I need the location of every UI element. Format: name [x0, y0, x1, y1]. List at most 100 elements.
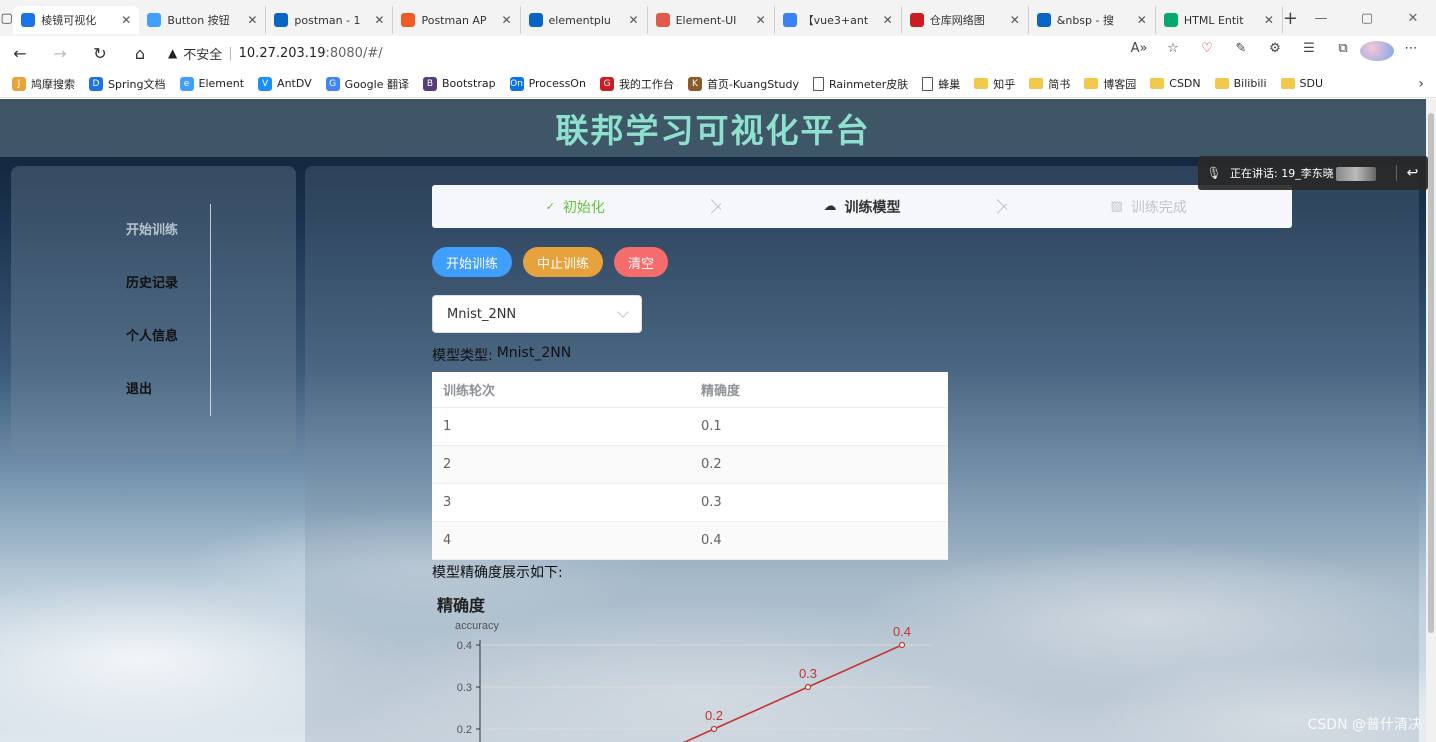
bookmark-item[interactable]: J 鸠摩搜索: [12, 76, 75, 92]
menu-item-history[interactable]: 历史记录: [126, 257, 210, 310]
model-select[interactable]: Mnist_2NN: [432, 295, 642, 333]
browser-tab[interactable]: HTML Entit ✕: [1156, 6, 1283, 34]
home-icon[interactable]: ⌂: [120, 44, 160, 63]
browser-tab[interactable]: &nbsp - 搜 ✕: [1029, 6, 1156, 34]
bookmarks-overflow-icon[interactable]: ›: [1418, 76, 1424, 92]
bookmark-item[interactable]: 知乎: [974, 76, 1015, 92]
browser-tab[interactable]: 棱镜可视化 ✕: [13, 6, 140, 34]
table-row: 3 0.3: [432, 484, 948, 522]
model-type-label: 模型类型:: [432, 348, 493, 364]
puzzle-icon[interactable]: ⚙: [1258, 41, 1292, 65]
bookmark-item[interactable]: Rainmeter皮肤: [813, 76, 908, 92]
menu-item-logout[interactable]: 退出: [126, 363, 210, 416]
bookmark-label: Bootstrap: [441, 77, 496, 90]
close-tab-icon[interactable]: ✕: [629, 13, 639, 27]
browser-tab[interactable]: elementplu ✕: [521, 6, 648, 34]
bookmark-favicon-icon: V: [258, 76, 273, 91]
bookmark-item[interactable]: e Element: [179, 76, 244, 91]
bookmark-favicon-icon: K: [687, 76, 702, 91]
model-select-value: Mnist_2NN: [447, 306, 517, 322]
favorites-list-icon[interactable]: ☰: [1292, 41, 1326, 65]
browser-tab[interactable]: Button 按钮 ✕: [139, 6, 267, 34]
step-finish: ▨ 训练完成: [1005, 197, 1292, 217]
bookmark-item[interactable]: On ProcessOn: [509, 76, 586, 91]
tab-actions-icon[interactable]: ▢: [0, 0, 13, 36]
bookmark-label: AntDV: [277, 77, 312, 90]
tab-title: Postman AP: [421, 13, 487, 27]
close-tab-icon[interactable]: ✕: [1264, 13, 1274, 27]
back-icon[interactable]: ←: [0, 44, 40, 63]
bookmark-favicon-icon: G: [599, 76, 614, 91]
bookmark-item[interactable]: SDU: [1280, 77, 1323, 90]
close-tab-icon[interactable]: ✕: [374, 13, 384, 27]
url-field[interactable]: ▲ 不安全 | 10.27.203.19:8080/#/: [168, 39, 1122, 67]
page-icon: [813, 76, 824, 91]
browser-tab[interactable]: postman - 1 ✕: [266, 6, 394, 34]
new-tab-button[interactable]: +: [1283, 8, 1298, 29]
profile-avatar[interactable]: [1360, 41, 1394, 65]
bookmark-item[interactable]: 博客园: [1084, 76, 1136, 92]
table-cell: 0.2: [701, 457, 722, 472]
page-icon: [922, 76, 934, 91]
close-tab-icon[interactable]: ✕: [121, 13, 131, 27]
browser-tab[interactable]: Element-UI ✕: [648, 6, 775, 34]
extension-icon[interactable]: ♡: [1190, 41, 1224, 65]
bookmark-label: Google 翻译: [344, 77, 409, 91]
folder-icon: [1029, 78, 1044, 89]
y-tick-label: 0.4: [457, 640, 472, 652]
bookmark-item[interactable]: CSDN: [1150, 77, 1201, 90]
page-scrollbar[interactable]: [1426, 99, 1436, 742]
collections-icon[interactable]: ⧉: [1326, 41, 1360, 65]
bookmark-item[interactable]: 蜂巢: [922, 76, 960, 92]
bookmark-item[interactable]: G Google 翻译: [325, 76, 409, 92]
close-tab-icon[interactable]: ✕: [756, 13, 766, 27]
close-tab-icon[interactable]: ✕: [501, 13, 511, 27]
table-header: 训练轮次 精确度: [432, 372, 948, 408]
data-label: 0.2: [705, 708, 723, 723]
bookmark-item[interactable]: G 我的工作台: [599, 76, 674, 92]
bookmark-item[interactable]: D Spring文档: [89, 76, 166, 92]
action-buttons: 开始训练 中止训练 清空: [432, 247, 669, 277]
bookmark-item[interactable]: K 首页-KuangStudy: [687, 76, 799, 92]
close-tab-icon[interactable]: ✕: [1010, 13, 1020, 27]
more-menu-icon[interactable]: ⋯: [1394, 41, 1428, 65]
warning-icon: ▲: [168, 46, 178, 60]
close-window-icon[interactable]: ✕: [1390, 11, 1436, 26]
browser-tab[interactable]: Postman AP ✕: [393, 6, 521, 34]
chevron-down-icon: [617, 306, 629, 318]
microphone-icon: 🎙: [1206, 166, 1222, 180]
bookmarks-bar: J 鸠摩搜索 D Spring文档 e Element V AntDV G Google 翻译 B B…: [0, 70, 1436, 98]
bookmark-label: 简书: [1048, 77, 1071, 91]
maximize-icon[interactable]: ▢: [1344, 11, 1390, 26]
start-training-button[interactable]: 开始训练: [432, 247, 513, 277]
bookmark-item[interactable]: Bilibili: [1214, 77, 1267, 90]
table-cell: 0.1: [701, 419, 722, 434]
pen-icon[interactable]: ✎: [1224, 41, 1258, 65]
read-aloud-icon[interactable]: A»: [1122, 41, 1156, 65]
close-tab-icon[interactable]: ✕: [247, 13, 257, 27]
data-label: 0.3: [799, 666, 817, 681]
tab-title: 棱镜可视化: [41, 14, 97, 27]
close-tab-icon[interactable]: ✕: [1137, 13, 1147, 27]
browser-tab[interactable]: 仓库网络图 ✕: [902, 6, 1029, 34]
minimize-icon[interactable]: —: [1298, 11, 1344, 26]
bookmark-item[interactable]: 简书: [1029, 76, 1070, 92]
clear-button[interactable]: 清空: [614, 247, 669, 277]
favorite-star-icon[interactable]: ☆: [1156, 41, 1190, 65]
forward-icon[interactable]: →: [40, 44, 80, 63]
reload-icon[interactable]: ↻: [80, 44, 120, 63]
step-init: ✓ 初始化: [432, 197, 719, 217]
step-finish-label: 训练完成: [1130, 199, 1187, 216]
menu-item-start-training[interactable]: 开始训练: [126, 204, 210, 257]
browser-tab[interactable]: 【vue3+ant ✕: [775, 6, 902, 34]
model-type-line: 模型类型: Mnist_2NN: [432, 345, 571, 365]
scrollbar-thumb[interactable]: [1428, 113, 1434, 633]
bookmark-item[interactable]: V AntDV: [258, 76, 312, 91]
step-train: ☁ 训练模型: [719, 197, 1006, 217]
column-header-round: 训练轮次: [443, 384, 496, 399]
close-tab-icon[interactable]: ✕: [883, 13, 893, 27]
bookmark-item[interactable]: B Bootstrap: [422, 76, 496, 91]
stop-training-button[interactable]: 中止训练: [523, 247, 604, 277]
menu-item-profile[interactable]: 个人信息: [126, 310, 210, 363]
return-icon[interactable]: ↩: [1396, 165, 1428, 181]
